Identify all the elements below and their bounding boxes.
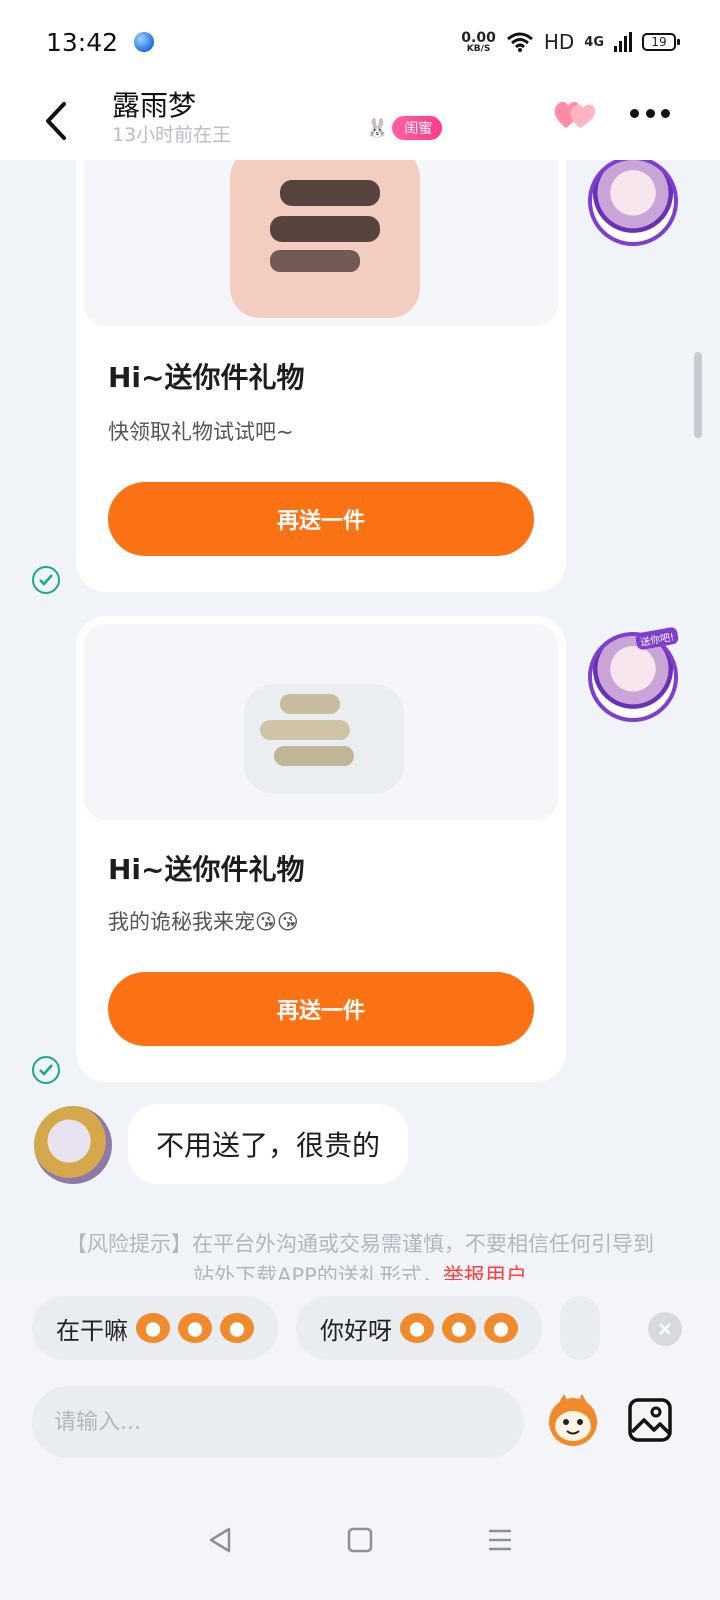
risk-notice-text: 【风险提示】在平台外沟通或交易需谨慎，不要相信任何引导到站外下载APP的送礼形式… bbox=[66, 1232, 654, 1280]
gift-image[interactable] bbox=[84, 160, 558, 326]
gift-thumbnail bbox=[84, 160, 558, 326]
presence-status: 13小时前在王 bbox=[112, 124, 232, 146]
resend-gift-button[interactable]: 再送一件 bbox=[108, 972, 534, 1046]
sent-check-icon bbox=[32, 566, 60, 594]
more-button[interactable] bbox=[630, 98, 670, 128]
avatar-tag: 送你吧! bbox=[634, 626, 680, 651]
image-button[interactable] bbox=[626, 1396, 674, 1444]
back-arrow-icon bbox=[46, 102, 66, 140]
gift-card: Hi~送你件礼物 快领取礼物试试吧~ 再送一件 bbox=[76, 160, 566, 592]
nav-menu-icon[interactable] bbox=[485, 1526, 515, 1554]
quick-reply-chip[interactable]: 在干嘛 bbox=[32, 1296, 278, 1360]
bunny-icon: 🐰 bbox=[366, 117, 389, 139]
wifi-icon bbox=[506, 32, 533, 52]
nav-back-icon[interactable] bbox=[205, 1525, 235, 1555]
status-bar: 13:42 0.00 KB/S HD 4G 19 bbox=[0, 0, 720, 84]
resend-gift-button[interactable]: 再送一件 bbox=[108, 482, 534, 556]
close-quick-replies-button[interactable] bbox=[648, 1312, 682, 1346]
message-bubble[interactable]: 不用送了，很贵的 bbox=[128, 1104, 409, 1184]
sent-check-icon bbox=[32, 1056, 60, 1084]
gift-image[interactable] bbox=[84, 624, 558, 820]
monkey-emoji-icon bbox=[442, 1313, 476, 1343]
relation-badges: 🐰 闺蜜 bbox=[366, 116, 443, 140]
gift-card: Hi~送你件礼物 我的诡秘我来宠😘😘 再送一件 bbox=[76, 616, 566, 1082]
chat-header: 露雨梦 13小时前在王 🐰 闺蜜 bbox=[0, 84, 720, 160]
quick-reply-chip[interactable] bbox=[560, 1296, 600, 1360]
scrollbar[interactable] bbox=[694, 352, 702, 438]
monkey-emoji-icon bbox=[178, 1313, 212, 1343]
monkey-emoji-icon bbox=[484, 1313, 518, 1343]
nav-home-icon[interactable] bbox=[346, 1526, 374, 1554]
quick-reply-label: 你好呀 bbox=[320, 1316, 392, 1345]
network-type: 4G bbox=[584, 34, 604, 50]
relation-badge: 闺蜜 bbox=[392, 116, 443, 140]
image-icon bbox=[628, 1398, 672, 1442]
emoji-icon bbox=[549, 1394, 597, 1446]
clear-icon bbox=[659, 1323, 671, 1335]
quick-reply-label: 在干嘛 bbox=[56, 1316, 128, 1345]
intimacy-button[interactable] bbox=[550, 94, 600, 134]
my-avatar[interactable]: 送你吧! bbox=[588, 626, 680, 722]
my-avatar[interactable] bbox=[588, 160, 678, 246]
more-icon bbox=[630, 108, 639, 118]
gift-title: Hi~送你件礼物 bbox=[108, 361, 305, 394]
message-input[interactable] bbox=[32, 1386, 524, 1458]
battery-icon: 19 bbox=[642, 33, 680, 51]
app-notification-icon bbox=[134, 32, 155, 52]
contact-name: 露雨梦 bbox=[112, 89, 197, 122]
monkey-emoji-icon bbox=[136, 1313, 170, 1343]
report-user-link[interactable]: 举报用户 bbox=[443, 1264, 527, 1280]
emoji-button[interactable] bbox=[544, 1390, 602, 1448]
system-nav-bar bbox=[0, 1480, 720, 1600]
monkey-emoji-icon bbox=[400, 1313, 434, 1343]
network-speed: 0.00 KB/S bbox=[461, 29, 496, 54]
risk-notice: 【风险提示】在平台外沟通或交易需谨慎，不要相信任何引导到站外下载APP的送礼形式… bbox=[60, 1228, 660, 1280]
quick-replies: 在干嘛 你好呀 bbox=[32, 1296, 600, 1360]
quick-reply-chip[interactable]: 你好呀 bbox=[296, 1296, 542, 1360]
monkey-emoji-icon bbox=[220, 1313, 254, 1343]
hearts-icon bbox=[554, 101, 596, 128]
message-list[interactable]: Hi~送你件礼物 快领取礼物试试吧~ 再送一件 Hi~送你件礼物 我的诡秘我来宠… bbox=[0, 160, 720, 1280]
back-button[interactable] bbox=[38, 96, 78, 146]
gift-thumbnail bbox=[84, 624, 558, 820]
signal-icon bbox=[614, 32, 632, 52]
gift-title: Hi~送你件礼物 bbox=[108, 853, 305, 886]
gift-message: 我的诡秘我来宠😘😘 bbox=[108, 910, 299, 934]
gift-message: 快领取礼物试试吧~ bbox=[108, 420, 294, 444]
status-time: 13:42 bbox=[46, 27, 119, 57]
contact-avatar[interactable] bbox=[34, 1106, 112, 1184]
hd-indicator: HD bbox=[543, 30, 575, 54]
status-icons: 0.00 KB/S HD 4G 19 bbox=[461, 29, 680, 54]
